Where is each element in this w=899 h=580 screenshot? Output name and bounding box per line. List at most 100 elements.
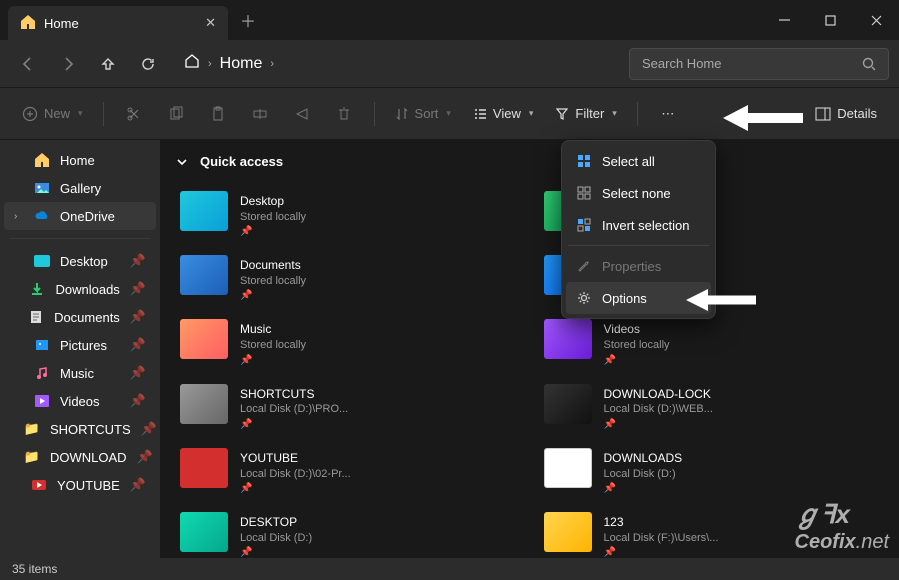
item-name: Videos xyxy=(604,321,670,338)
item-count: 35 items xyxy=(12,562,57,576)
home-icon xyxy=(20,14,36,33)
breadcrumb-home[interactable]: Home xyxy=(220,55,263,73)
item-name: DESKTOP xyxy=(240,514,312,531)
pin-icon: 📌 xyxy=(141,421,157,437)
address-bar[interactable]: › Home › xyxy=(174,53,284,74)
filter-button[interactable]: Filter▾ xyxy=(547,96,624,132)
chevron-right-icon: › xyxy=(208,58,212,70)
pin-icon: 📌 xyxy=(604,482,683,496)
item-location: Stored locally xyxy=(240,210,306,225)
annotation-arrow xyxy=(723,103,803,133)
pictures-icon xyxy=(34,337,50,353)
gear-icon xyxy=(576,290,592,306)
back-button[interactable] xyxy=(10,46,46,82)
item-name: 123 xyxy=(604,514,719,531)
videos-icon xyxy=(34,393,50,409)
sidebar-item-download[interactable]: 📁DOWNLOAD📌 xyxy=(4,443,156,471)
pin-icon: 📌 xyxy=(130,337,146,353)
folder-icon: 📁 xyxy=(24,421,40,437)
view-button[interactable]: View▾ xyxy=(465,96,541,132)
quick-access-header[interactable]: Quick access xyxy=(176,154,883,169)
new-tab-button[interactable]: ＋ xyxy=(240,8,256,32)
pin-icon: 📌 xyxy=(130,281,146,297)
folder-item[interactable]: DOWNLOAD-LOCK Local Disk (D:)\WEB... 📌 xyxy=(540,380,884,436)
refresh-button[interactable] xyxy=(130,46,166,82)
search-input[interactable]: Search Home xyxy=(629,48,889,80)
new-button[interactable]: New▾ xyxy=(14,96,91,132)
sidebar-item-downloads[interactable]: Downloads📌 xyxy=(4,275,156,303)
invert-icon xyxy=(576,217,592,233)
folder-item[interactable]: YOUTUBE Local Disk (D:)\02-Pr... 📌 xyxy=(176,444,520,500)
rename-button[interactable] xyxy=(242,96,278,132)
sidebar-item-videos[interactable]: Videos📌 xyxy=(4,387,156,415)
pin-icon: 📌 xyxy=(240,354,306,368)
sidebar-item-youtube[interactable]: YOUTUBE📌 xyxy=(4,471,156,499)
item-location: Local Disk (D:) xyxy=(604,467,683,482)
sidebar-item-gallery[interactable]: Gallery xyxy=(4,174,156,202)
menu-select-all[interactable]: Select all xyxy=(566,145,711,177)
details-pane-button[interactable]: Details xyxy=(807,96,885,132)
pin-icon: 📌 xyxy=(130,253,146,269)
menu-properties: Properties xyxy=(566,250,711,282)
paste-button[interactable] xyxy=(200,96,236,132)
maximize-button[interactable] xyxy=(807,0,853,40)
search-placeholder: Search Home xyxy=(642,56,721,71)
forward-button[interactable] xyxy=(50,46,86,82)
item-location: Local Disk (D:)\PRO... xyxy=(240,402,348,417)
tab-title: Home xyxy=(44,16,79,31)
home-icon xyxy=(34,152,50,168)
status-bar: 35 items xyxy=(0,558,899,580)
chevron-right-icon[interactable]: › xyxy=(14,211,24,222)
pin-icon: 📌 xyxy=(604,546,719,558)
item-location: Local Disk (D:)\02-Pr... xyxy=(240,467,351,482)
item-location: Local Disk (D:)\WEB... xyxy=(604,402,713,417)
folder-item[interactable]: Music Stored locally 📌 xyxy=(176,315,520,371)
sidebar-item-home[interactable]: Home xyxy=(4,146,156,174)
pin-icon: 📌 xyxy=(240,225,306,239)
up-button[interactable] xyxy=(90,46,126,82)
pin-icon: 📌 xyxy=(604,354,670,368)
pin-icon: 📌 xyxy=(240,546,312,558)
folder-icon xyxy=(544,512,592,552)
rename-icon xyxy=(252,106,268,122)
document-icon xyxy=(28,309,44,325)
folder-item[interactable]: Videos Stored locally 📌 xyxy=(540,315,884,371)
tab-home[interactable]: Home ✕ xyxy=(8,6,228,40)
copy-icon xyxy=(168,106,184,122)
pin-icon: 📌 xyxy=(240,418,348,432)
share-button[interactable] xyxy=(284,96,320,132)
folder-icon xyxy=(180,255,228,295)
folder-item[interactable]: DESKTOP Local Disk (D:) 📌 xyxy=(176,508,520,558)
minimize-button[interactable] xyxy=(761,0,807,40)
window-controls xyxy=(761,0,899,40)
close-button[interactable] xyxy=(853,0,899,40)
item-name: Desktop xyxy=(240,193,306,210)
sidebar-item-desktop[interactable]: Desktop📌 xyxy=(4,247,156,275)
folder-item[interactable]: SHORTCUTS Local Disk (D:)\PRO... 📌 xyxy=(176,380,520,436)
folder-item[interactable]: Documents Stored locally 📌 xyxy=(176,251,520,307)
sidebar-item-shortcuts[interactable]: 📁SHORTCUTS📌 xyxy=(4,415,156,443)
content-area: Quick access Desktop Stored locally 📌 Do… xyxy=(160,140,899,558)
copy-button[interactable] xyxy=(158,96,194,132)
folder-icon xyxy=(544,384,592,424)
item-location: Stored locally xyxy=(240,274,306,289)
close-tab-icon[interactable]: ✕ xyxy=(205,15,216,31)
menu-invert-selection[interactable]: Invert selection xyxy=(566,209,711,241)
menu-select-none[interactable]: Select none xyxy=(566,177,711,209)
sidebar-item-onedrive[interactable]: › OneDrive xyxy=(4,202,156,230)
sidebar-item-documents[interactable]: Documents📌 xyxy=(4,303,156,331)
filter-icon xyxy=(555,107,569,121)
folder-item[interactable]: Desktop Stored locally 📌 xyxy=(176,187,520,243)
sort-button[interactable]: Sort▾ xyxy=(387,96,459,132)
folder-icon xyxy=(180,319,228,359)
items-grid: Desktop Stored locally 📌 Downloads Store… xyxy=(176,187,883,558)
delete-button[interactable] xyxy=(326,96,362,132)
sidebar-item-pictures[interactable]: Pictures📌 xyxy=(4,331,156,359)
folder-icon xyxy=(544,319,592,359)
folder-icon xyxy=(180,191,228,231)
pin-icon: 📌 xyxy=(240,482,351,496)
sidebar-item-music[interactable]: Music📌 xyxy=(4,359,156,387)
more-button[interactable]: ⋯ xyxy=(650,96,686,132)
cut-button[interactable] xyxy=(116,96,152,132)
folder-item[interactable]: DOWNLOADS Local Disk (D:) 📌 xyxy=(540,444,884,500)
